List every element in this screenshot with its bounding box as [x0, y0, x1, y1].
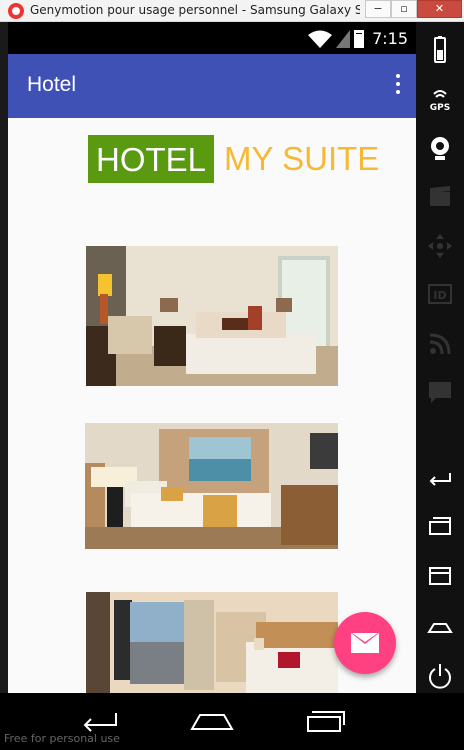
battery-icon [354, 30, 364, 48]
emulator-sidebar: GPS ID [416, 22, 464, 750]
wifi-icon [308, 30, 332, 48]
status-time: 7:15 [372, 29, 408, 48]
email-fab-button[interactable] [334, 612, 396, 674]
battery-icon[interactable] [426, 36, 454, 64]
gps-label: GPS [430, 103, 450, 113]
app-title: Hotel [27, 73, 77, 96]
emulator-window: Genymotion pour usage personnel - Samsun… [0, 0, 464, 750]
hotel-room-photo-1[interactable] [86, 246, 338, 386]
nav-recents-icon[interactable] [306, 707, 346, 735]
rss-icon[interactable] [426, 330, 454, 358]
window-titlebar: Genymotion pour usage personnel - Samsun… [0, 0, 464, 22]
back-icon[interactable] [426, 464, 454, 492]
dpad-icon[interactable] [426, 232, 454, 260]
nav-back-icon[interactable] [80, 707, 120, 735]
webcam-icon[interactable] [426, 134, 454, 162]
personal-use-watermark: Free for personal use [4, 732, 120, 745]
id-label: ID [433, 289, 446, 302]
app-bar: Hotel [8, 54, 416, 118]
sms-icon[interactable] [426, 378, 454, 406]
cell-signal-icon [336, 30, 350, 48]
logo-hotel-text: HOTEL [88, 135, 215, 183]
recents-icon[interactable] [426, 512, 454, 540]
email-icon [351, 633, 379, 653]
gps-icon[interactable]: GPS [426, 86, 454, 114]
window-title: Genymotion pour usage personnel - Samsun… [30, 3, 360, 17]
nav-home-icon[interactable] [190, 707, 234, 735]
hotel-logo: HOTEL MY SUITE [88, 135, 379, 183]
power-icon[interactable] [426, 662, 454, 690]
minimize-button[interactable]: − [365, 0, 391, 18]
device-screen: 7:15 Hotel HOTEL MY SUITE [8, 22, 416, 693]
id-icon[interactable]: ID [426, 280, 454, 308]
menu-icon[interactable] [426, 562, 454, 590]
close-button[interactable]: ✕ [417, 0, 462, 18]
overflow-menu-icon[interactable] [394, 74, 402, 98]
clapper-icon[interactable] [426, 182, 454, 210]
logo-suite-text: MY SUITE [224, 140, 380, 177]
genymotion-logo-icon [8, 3, 24, 19]
maximize-button[interactable]: ▫ [391, 0, 417, 18]
home-icon[interactable] [426, 612, 454, 640]
status-bar: 7:15 [8, 22, 416, 54]
hotel-room-photo-3[interactable] [86, 592, 338, 693]
hotel-room-photo-2[interactable] [85, 423, 338, 549]
